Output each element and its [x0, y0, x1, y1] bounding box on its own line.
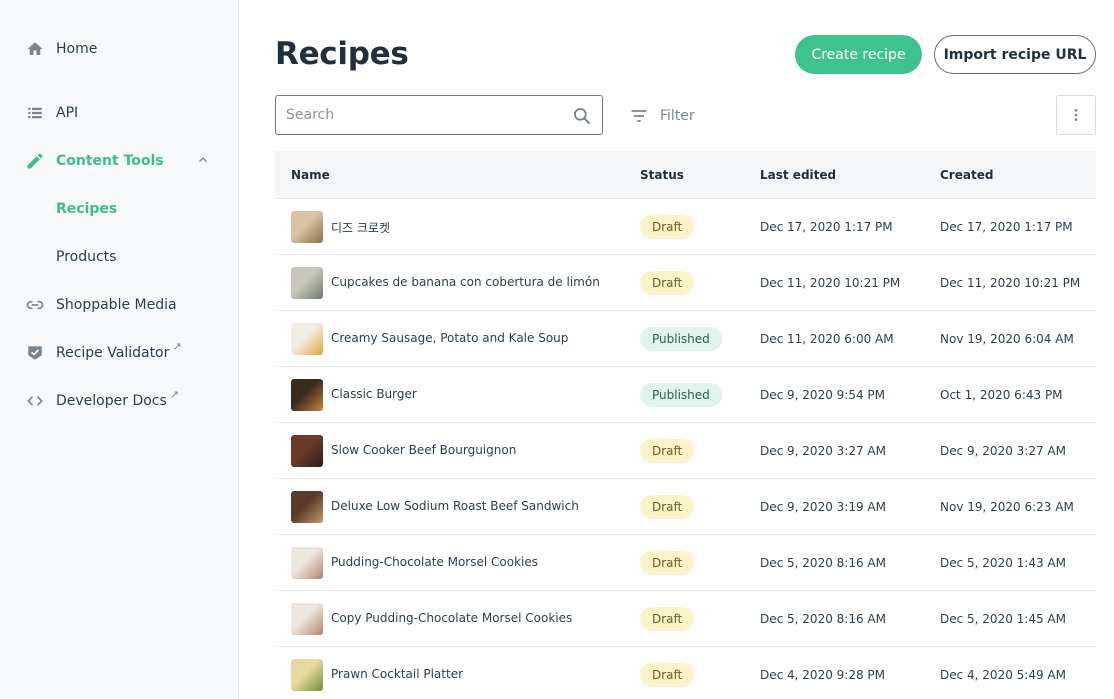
- sidebar-item-label: Content Tools: [56, 153, 164, 169]
- sidebar: Home API Content Tools Recipes Products …: [0, 0, 239, 699]
- recipe-name[interactable]: Copy Pudding-Chocolate Morsel Cookies: [331, 611, 572, 625]
- chevron-up-icon[interactable]: [196, 153, 210, 167]
- created-date: Nov 19, 2020 6:04 AM: [940, 332, 1074, 346]
- last-edited-date: Dec 4, 2020 9:28 PM: [760, 668, 886, 682]
- sidebar-item-label: Recipe Validator: [56, 345, 170, 361]
- sidebar-item-label: Home: [56, 41, 98, 57]
- status-badge: Published: [640, 383, 722, 407]
- recipe-thumbnail: [291, 659, 323, 691]
- table-row[interactable]: Classic Burger Published Dec 9, 2020 9:54 …: [275, 367, 1096, 423]
- create-recipe-button[interactable]: Create recipe: [795, 35, 922, 74]
- recipe-name[interactable]: Prawn Cocktail Platter: [331, 667, 463, 681]
- recipe-thumbnail: [291, 491, 323, 523]
- more-vertical-icon: [1074, 109, 1078, 121]
- sidebar-item-label: Recipes: [56, 201, 118, 217]
- column-header-created[interactable]: Created: [940, 168, 993, 182]
- pencil-icon: [24, 150, 46, 172]
- last-edited-date: Dec 9, 2020 3:19 AM: [760, 500, 886, 514]
- more-options-button[interactable]: [1056, 95, 1096, 135]
- status-badge: Draft: [640, 439, 695, 463]
- table-row[interactable]: Deluxe Low Sodium Roast Beef Sandwich Dra…: [275, 479, 1096, 535]
- created-date: Dec 11, 2020 10:21 PM: [940, 276, 1081, 290]
- recipe-thumbnail: [291, 547, 323, 579]
- sidebar-item-recipes[interactable]: Recipes: [56, 197, 117, 221]
- column-header-status[interactable]: Status: [640, 168, 684, 182]
- column-header-name[interactable]: Name: [291, 168, 330, 182]
- search-input[interactable]: [286, 96, 566, 134]
- search-icon[interactable]: [572, 106, 592, 126]
- recipe-name[interactable]: Cupcakes de banana con cobertura de limó…: [331, 275, 600, 289]
- created-date: Oct 1, 2020 6:43 PM: [940, 388, 1063, 402]
- filter-label: Filter: [660, 108, 695, 124]
- table-header: Name Status Last edited Created: [275, 151, 1096, 199]
- created-date: Dec 5, 2020 1:45 AM: [940, 612, 1066, 626]
- sidebar-item-label: Developer Docs: [56, 393, 167, 409]
- recipe-name[interactable]: Classic Burger: [331, 387, 417, 401]
- home-icon: [24, 38, 46, 60]
- status-badge: Draft: [640, 607, 695, 631]
- sidebar-item-api[interactable]: API: [24, 101, 78, 125]
- table-row[interactable]: Prawn Cocktail Platter Draft Dec 4, 2020 9…: [275, 647, 1096, 699]
- sidebar-item-content-tools[interactable]: Content Tools: [24, 149, 164, 173]
- last-edited-date: Dec 11, 2020 10:21 PM: [760, 276, 901, 290]
- last-edited-date: Dec 9, 2020 3:27 AM: [760, 444, 886, 458]
- sidebar-item-label: API: [56, 105, 79, 121]
- sidebar-item-developer-docs[interactable]: Developer Docs ↗: [24, 387, 180, 413]
- external-link-icon: ↗: [172, 339, 182, 353]
- status-badge: Draft: [640, 551, 695, 575]
- table-row[interactable]: Copy Pudding-Chocolate Morsel Cookies Dra…: [275, 591, 1096, 647]
- link-icon: [24, 294, 46, 316]
- created-date: Dec 4, 2020 5:49 AM: [940, 668, 1066, 682]
- created-date: Nov 19, 2020 6:23 AM: [940, 500, 1074, 514]
- code-icon: [24, 390, 46, 412]
- recipe-thumbnail: [291, 603, 323, 635]
- recipe-name[interactable]: 디즈 크로켓: [331, 219, 390, 236]
- recipe-thumbnail: [291, 435, 323, 467]
- table-row[interactable]: Pudding-Chocolate Morsel Cookies Draft Dec…: [275, 535, 1096, 591]
- page-title: Recipes: [275, 36, 409, 72]
- list-icon: [24, 102, 46, 124]
- recipe-thumbnail: [291, 323, 323, 355]
- last-edited-date: Dec 17, 2020 1:17 PM: [760, 220, 893, 234]
- recipe-name[interactable]: Pudding-Chocolate Morsel Cookies: [331, 555, 538, 569]
- created-date: Dec 9, 2020 3:27 AM: [940, 444, 1066, 458]
- check-badge-icon: [24, 342, 46, 364]
- table-row[interactable]: Cupcakes de banana con cobertura de limó…: [275, 255, 1096, 311]
- search-box: [275, 95, 603, 135]
- sidebar-item-label: Shoppable Media: [56, 297, 177, 313]
- table-row[interactable]: 디즈 크로켓 Draft Dec 17, 2020 1:17 PM Dec 17, 2…: [275, 199, 1096, 255]
- status-badge: Draft: [640, 663, 695, 687]
- status-badge: Draft: [640, 495, 695, 519]
- created-date: Dec 5, 2020 1:43 AM: [940, 556, 1066, 570]
- sidebar-item-shoppable-media[interactable]: Shoppable Media: [24, 293, 177, 317]
- table-row[interactable]: Slow Cooker Beef Bourguignon Draft Dec 9, …: [275, 423, 1096, 479]
- column-header-last-edited[interactable]: Last edited: [760, 168, 836, 182]
- recipe-name[interactable]: Slow Cooker Beef Bourguignon: [331, 443, 516, 457]
- recipe-thumbnail: [291, 379, 323, 411]
- sidebar-item-home[interactable]: Home: [24, 37, 97, 61]
- recipe-thumbnail: [291, 211, 323, 243]
- table-row[interactable]: Creamy Sausage, Potato and Kale Soup Publ…: [275, 311, 1096, 367]
- filter-button[interactable]: Filter: [628, 104, 695, 128]
- filter-icon: [628, 105, 650, 127]
- sidebar-item-products[interactable]: Products: [56, 245, 116, 269]
- status-badge: Draft: [640, 215, 695, 239]
- last-edited-date: Dec 9, 2020 9:54 PM: [760, 388, 886, 402]
- status-badge: Published: [640, 327, 722, 351]
- recipe-name[interactable]: Deluxe Low Sodium Roast Beef Sandwich: [331, 499, 579, 513]
- sidebar-item-label: Products: [56, 249, 117, 265]
- last-edited-date: Dec 5, 2020 8:16 AM: [760, 612, 886, 626]
- last-edited-date: Dec 5, 2020 8:16 AM: [760, 556, 886, 570]
- status-badge: Draft: [640, 271, 695, 295]
- last-edited-date: Dec 11, 2020 6:00 AM: [760, 332, 894, 346]
- recipe-name[interactable]: Creamy Sausage, Potato and Kale Soup: [331, 331, 568, 345]
- created-date: Dec 17, 2020 1:17 PM: [940, 220, 1073, 234]
- recipes-table: Name Status Last edited Created 디즈 크로켓 Dr…: [275, 151, 1096, 699]
- sidebar-item-recipe-validator[interactable]: Recipe Validator ↗: [24, 339, 182, 365]
- recipe-thumbnail: [291, 267, 323, 299]
- table-body: 디즈 크로켓 Draft Dec 17, 2020 1:17 PM Dec 17, 2…: [275, 199, 1096, 699]
- external-link-icon: ↗: [169, 387, 180, 401]
- import-recipe-url-button[interactable]: Import recipe URL: [934, 35, 1096, 74]
